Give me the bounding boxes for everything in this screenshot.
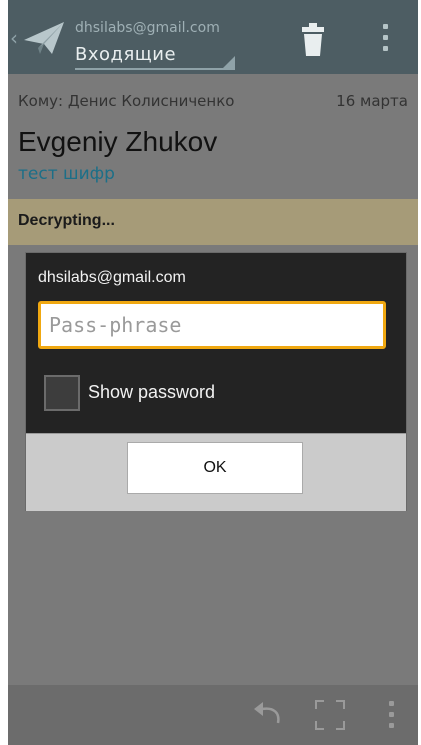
paper-plane-icon[interactable]	[22, 18, 66, 58]
passphrase-input[interactable]	[38, 301, 386, 349]
bottom-toolbar	[8, 685, 418, 745]
app-window: ‹ dhsilabs@gmail.com Входящие Кому: Дени…	[8, 0, 418, 745]
spinner-underline	[75, 68, 235, 70]
back-chevron-icon[interactable]: ‹	[10, 28, 18, 48]
trash-icon[interactable]	[300, 20, 326, 58]
show-password-label[interactable]: Show password	[88, 382, 215, 403]
message-date: 16 марта	[336, 92, 408, 110]
decrypting-status: Decrypting...	[18, 212, 115, 229]
recipient-line: Кому: Денис Колисниченко	[18, 92, 235, 110]
dialog-button-bar: OK	[26, 433, 406, 511]
fullscreen-icon[interactable]	[314, 699, 346, 731]
ok-button[interactable]: OK	[127, 442, 303, 494]
show-password-checkbox[interactable]	[44, 375, 80, 411]
screen: ‹ dhsilabs@gmail.com Входящие Кому: Дени…	[0, 0, 421, 745]
sender-name: Evgeniy Zhukov	[18, 126, 218, 157]
overflow-menu-icon[interactable]	[380, 24, 390, 56]
spinner-arrow-icon[interactable]	[223, 56, 235, 68]
folder-spinner[interactable]: Входящие	[75, 44, 176, 65]
message-subject: тест шифр	[18, 164, 115, 184]
account-email: dhsilabs@gmail.com	[75, 20, 220, 36]
undo-icon[interactable]	[250, 697, 286, 733]
decrypt-status-bar: Decrypting...	[8, 199, 418, 245]
bottom-overflow-icon[interactable]	[386, 701, 396, 731]
dialog-account: dhsilabs@gmail.com	[38, 269, 186, 286]
passphrase-dialog: dhsilabs@gmail.com Show password OK	[25, 252, 407, 511]
action-bar: ‹ dhsilabs@gmail.com Входящие	[8, 0, 418, 74]
